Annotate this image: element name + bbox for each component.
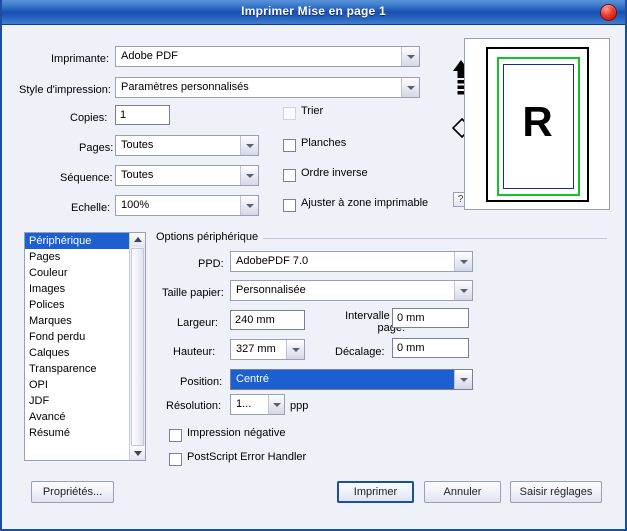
sequence-value: Toutes (121, 169, 154, 181)
device-options-title: Options périphérique (156, 231, 264, 243)
resolution-unit: ppp (290, 400, 309, 412)
height-value: 327 mm (236, 343, 276, 355)
reverse-order-label: Ordre inverse (301, 167, 368, 179)
scrollbar-thumb[interactable] (131, 248, 144, 446)
negative-print-label: Impression négative (187, 427, 286, 439)
ppd-select[interactable]: AdobePDF 7.0 (230, 251, 473, 272)
paper-size-value: Personnalisée (236, 284, 306, 296)
negative-print-checkbox[interactable] (169, 429, 182, 442)
printer-value: Adobe PDF (121, 50, 178, 62)
collate-checkbox[interactable] (283, 107, 296, 120)
category-list-scrollbar[interactable] (129, 233, 145, 460)
chevron-down-icon[interactable] (454, 281, 472, 300)
chevron-down-icon[interactable] (401, 78, 419, 97)
fit-printable-label: Ajuster à zone imprimable (301, 197, 429, 209)
chevron-down-icon[interactable] (240, 136, 258, 155)
scroll-down-icon[interactable] (130, 446, 145, 460)
ppd-label: PPD: (198, 258, 224, 270)
list-item[interactable]: Transparence (25, 361, 145, 377)
preview-page-letter: R (522, 98, 553, 145)
width-input[interactable]: 240 mm (230, 310, 305, 330)
print-style-label: Style d'impression: (19, 84, 111, 96)
list-item[interactable]: Marques (25, 313, 145, 329)
category-list[interactable]: Périphérique Pages Couleur Images Police… (24, 232, 146, 461)
offset-label: Décalage: (335, 346, 385, 358)
pages-label: Pages: (79, 142, 114, 154)
paper-size-label: Taille papier: (162, 287, 224, 299)
list-item[interactable]: Images (25, 281, 145, 297)
scale-select[interactable]: 100% (115, 195, 259, 216)
resolution-value: 1... (236, 398, 252, 410)
height-label: Hauteur: (173, 346, 216, 358)
chevron-down-icon[interactable] (240, 196, 258, 215)
print-style-value: Paramètres personnalisés (121, 81, 249, 93)
list-item[interactable]: OPI (25, 377, 145, 393)
list-item[interactable]: Couleur (25, 265, 145, 281)
list-item[interactable]: Polices (25, 297, 145, 313)
printer-label: Imprimante: (51, 53, 110, 65)
height-select[interactable]: 327 mm (230, 339, 305, 360)
properties-button[interactable]: Propriétés... (31, 481, 114, 503)
list-item[interactable]: Pages (25, 249, 145, 265)
cancel-button[interactable]: Annuler (424, 481, 501, 503)
list-item[interactable]: Fond perdu (25, 329, 145, 345)
copies-input[interactable]: 1 (115, 105, 170, 125)
resolution-select[interactable]: 1... (230, 394, 285, 415)
preview-page-sheet: R (486, 47, 589, 202)
sequence-select[interactable]: Toutes (115, 165, 259, 186)
title-bar: Imprimer Mise en page 1 (2, 0, 625, 25)
copies-label: Copies: (70, 112, 108, 124)
save-preset-button[interactable]: Saisir réglages (510, 481, 602, 503)
ps-error-handler-checkbox[interactable] (169, 453, 182, 466)
pages-select[interactable]: Toutes (115, 135, 259, 156)
spreads-checkbox[interactable] (283, 139, 296, 152)
width-label: Largeur: (177, 317, 218, 329)
list-item[interactable]: Périphérique (25, 233, 145, 249)
list-item[interactable]: Calques (25, 345, 145, 361)
reverse-order-checkbox[interactable] (283, 169, 296, 182)
position-select[interactable]: Centré (230, 369, 473, 390)
ppd-value: AdobePDF 7.0 (236, 255, 309, 267)
print-button[interactable]: Imprimer (337, 481, 414, 503)
chevron-down-icon[interactable] (240, 166, 258, 185)
chevron-down-icon[interactable] (454, 252, 472, 271)
window-title: Imprimer Mise en page 1 (241, 4, 386, 18)
chevron-down-icon[interactable] (401, 47, 419, 66)
list-item[interactable]: JDF (25, 393, 145, 409)
pages-value: Toutes (121, 139, 154, 151)
page-gap-input[interactable]: 0 mm (392, 308, 469, 328)
scroll-up-icon[interactable] (130, 233, 145, 247)
paper-size-select[interactable]: Personnalisée (230, 280, 473, 301)
resolution-label: Résolution: (166, 400, 222, 412)
close-icon[interactable] (600, 4, 617, 21)
spreads-label: Planches (301, 137, 347, 149)
position-label: Position: (180, 376, 223, 388)
sequence-label: Séquence: (60, 172, 113, 184)
position-value: Centré (236, 373, 270, 385)
print-style-select[interactable]: Paramètres personnalisés (115, 77, 420, 98)
list-item[interactable]: Résumé (25, 425, 145, 441)
scale-value: 100% (121, 199, 150, 211)
page-preview: R (464, 38, 610, 210)
ps-error-handler-label: PostScript Error Handler (187, 451, 307, 463)
chevron-down-icon[interactable] (268, 395, 284, 414)
fit-printable-checkbox[interactable] (283, 199, 296, 212)
scale-label: Echelle: (71, 202, 111, 214)
collate-label: Trier (301, 105, 324, 117)
printer-select[interactable]: Adobe PDF (115, 46, 420, 67)
print-dialog-window: Imprimer Mise en page 1 Imprimante: Adob… (0, 0, 627, 531)
chevron-down-icon[interactable] (286, 340, 304, 359)
list-item[interactable]: Avancé (25, 409, 145, 425)
chevron-down-icon[interactable] (454, 370, 472, 389)
offset-input[interactable]: 0 mm (392, 338, 469, 358)
